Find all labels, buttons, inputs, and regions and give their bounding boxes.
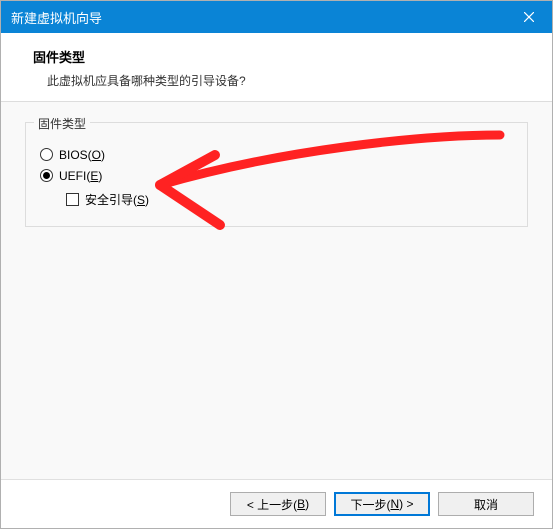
wizard-window: 新建虚拟机向导 固件类型 此虚拟机应具备哪种类型的引导设备? 固件类型 BIOS… — [0, 0, 553, 529]
wizard-header: 固件类型 此虚拟机应具备哪种类型的引导设备? — [1, 33, 552, 102]
radio-label-uefi: UEFI(E) — [59, 168, 102, 183]
radio-label-bios: BIOS(O) — [59, 147, 105, 162]
close-button[interactable] — [506, 1, 552, 33]
radio-uefi[interactable]: UEFI(E) — [40, 168, 513, 183]
cancel-button[interactable]: 取消 — [438, 492, 534, 516]
radio-indicator-bios — [40, 148, 53, 161]
group-legend: 固件类型 — [34, 115, 90, 132]
checkbox-secure-boot[interactable]: 安全引导(S) — [66, 191, 513, 208]
checkbox-label-secure: 安全引导(S) — [85, 191, 149, 208]
window-title: 新建虚拟机向导 — [11, 8, 102, 27]
firmware-group: 固件类型 BIOS(O) UEFI(E) 安全引导(S) — [25, 122, 528, 227]
wizard-footer: < 上一步(B) 下一步(N) > 取消 — [1, 479, 552, 528]
next-button[interactable]: 下一步(N) > — [334, 492, 430, 516]
header-heading: 固件类型 — [33, 47, 530, 66]
checkbox-indicator-secure — [66, 193, 79, 206]
radio-indicator-uefi — [40, 169, 53, 182]
radio-bios[interactable]: BIOS(O) — [40, 147, 513, 162]
titlebar: 新建虚拟机向导 — [1, 1, 552, 33]
content-area: 固件类型 BIOS(O) UEFI(E) 安全引导(S) — [1, 102, 552, 479]
close-icon — [524, 12, 534, 22]
back-button[interactable]: < 上一步(B) — [230, 492, 326, 516]
header-subtext: 此虚拟机应具备哪种类型的引导设备? — [33, 72, 530, 89]
